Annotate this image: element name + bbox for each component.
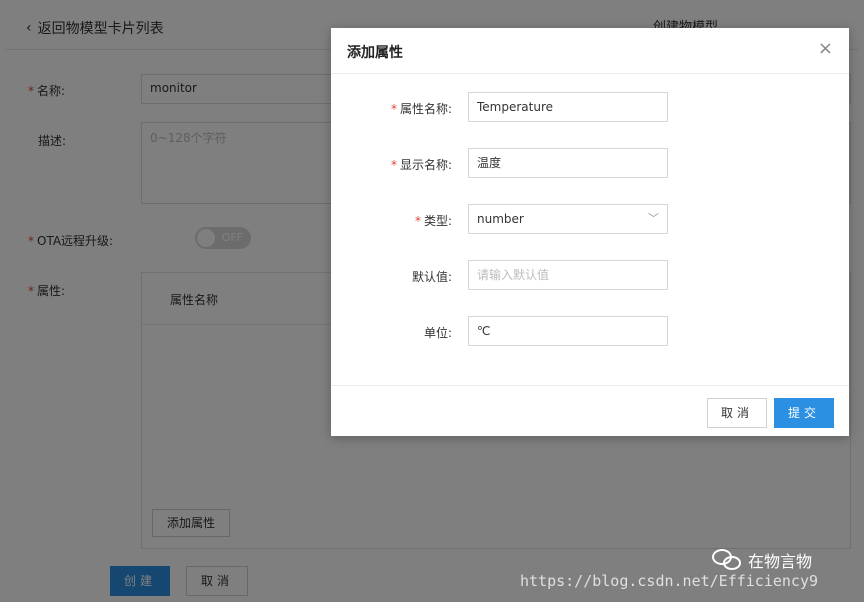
watermark-url: https://blog.csdn.net/Efficiency9: [520, 572, 819, 590]
dialog-header: 添加属性 ×: [331, 28, 849, 74]
close-icon[interactable]: ×: [818, 40, 833, 58]
type-label: * 类型:: [414, 214, 452, 228]
wechat-icon: [712, 549, 742, 571]
unit-label: 单位:: [423, 326, 452, 340]
attr-name-input[interactable]: Temperature: [468, 92, 668, 122]
attr-name-label: * 属性名称:: [390, 102, 452, 116]
required-mark: *: [414, 214, 421, 228]
watermark-brand: 在物言物: [712, 548, 812, 572]
unit-input[interactable]: ℃: [468, 316, 668, 346]
dialog-title: 添加属性: [347, 45, 403, 61]
default-label: 默认值:: [411, 270, 452, 284]
display-name-input[interactable]: 温度: [468, 148, 668, 178]
required-mark: *: [390, 102, 397, 116]
required-mark: *: [390, 158, 397, 172]
dialog-cancel-button[interactable]: 取消: [707, 398, 767, 428]
default-input[interactable]: 请输入默认值: [468, 260, 668, 290]
add-attr-dialog: 添加属性 × * 属性名称: Temperature * 显示名称: 温度 * 类型:…: [331, 28, 849, 436]
display-name-label: * 显示名称:: [390, 158, 452, 172]
dialog-submit-button[interactable]: 提交: [774, 398, 834, 428]
dialog-footer: 取消 提交: [331, 385, 849, 436]
type-select[interactable]: number ﹀: [468, 204, 668, 234]
chevron-down-icon: ﹀: [648, 212, 659, 225]
